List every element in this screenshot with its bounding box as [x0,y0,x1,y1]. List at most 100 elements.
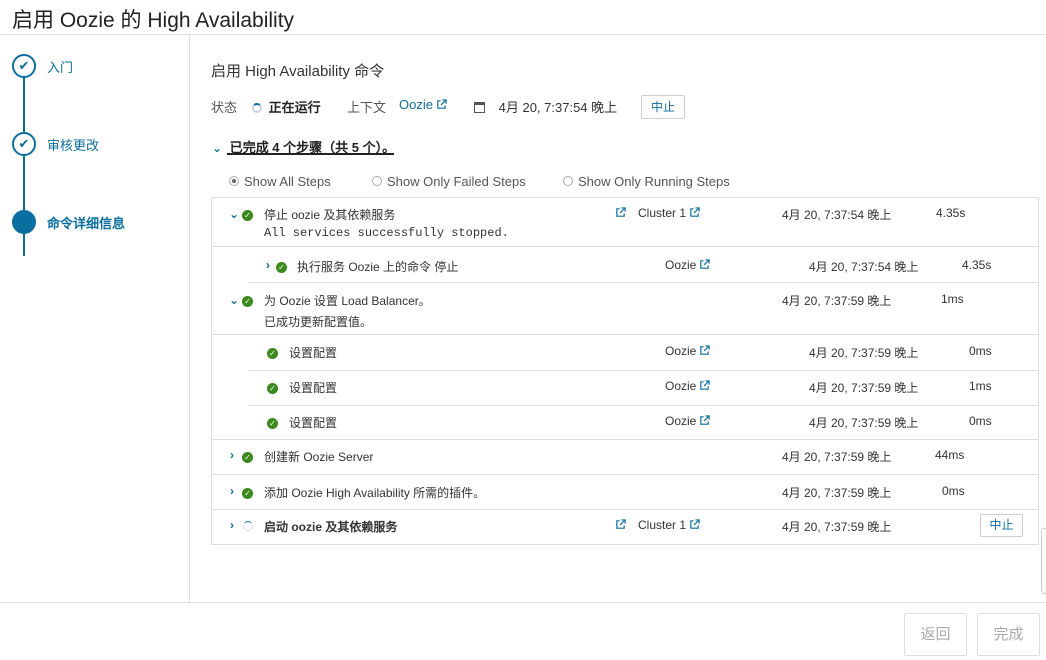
external-link-icon [436,99,447,110]
step-detail: 已成功更新配置值。 [264,315,373,329]
row-divider [212,439,1038,440]
abort-command-button[interactable]: 中止 [641,95,685,119]
command-timestamp: 4月 20, 7:37:54 晚上 [474,97,617,116]
chevron-right-icon[interactable]: › [226,518,238,532]
step-name: 设置配置 [289,346,338,360]
external-link-icon[interactable] [612,206,626,220]
step-duration: 4.35s [936,206,966,220]
step-duration: 4.35s [962,258,992,272]
row-divider [212,246,1038,247]
check-circle-icon: ✓ [242,293,253,307]
sidebar-item-label: 命令详细信息 [47,216,126,231]
external-link-icon [699,380,710,391]
wizard-sidebar: ✔ 入门 ✔ 审核更改 命令详细信息 [0,35,190,602]
external-link-icon [689,519,700,530]
step-time: 4月 20, 7:37:59 晚上 [809,381,919,395]
footer-divider [0,602,1046,603]
step-detail: All services successfully stopped. [264,226,509,240]
step-duration: 44ms [935,448,965,462]
chevron-right-icon[interactable]: › [262,258,274,272]
step-name: 为 Oozie 设置 Load Balancer。 [264,294,431,308]
check-circle-icon: ✓ [242,449,253,463]
row-divider [212,474,1038,475]
context-label: 上下文 [347,100,387,115]
step-name: 设置配置 [289,416,338,430]
chevron-right-icon[interactable]: › [226,448,238,462]
row-divider [212,509,1038,510]
step-context-link[interactable]: Oozie [665,258,710,272]
finish-button[interactable]: 完成 [977,613,1040,656]
filter-all-steps[interactable]: Show All Steps [229,174,331,189]
sidebar-item-label: 审核更改 [47,138,100,153]
step-time: 4月 20, 7:37:59 晚上 [782,520,892,534]
row-divider [248,405,1038,406]
step-time: 4月 20, 7:37:54 晚上 [782,208,892,222]
external-link-icon [699,415,710,426]
step-context-link[interactable]: Oozie [665,414,710,428]
radio-icon [563,176,573,186]
sidebar-item-getting-started[interactable]: ✔ 入门 [12,54,187,80]
check-circle-icon: ✓ [267,380,278,394]
chevron-down-icon[interactable]: ⌄ [228,207,240,221]
sidebar-item-label: 入门 [47,60,74,75]
check-icon: ✔ [12,132,36,156]
status-value: 正在运行 [252,97,321,116]
external-link-icon[interactable] [612,518,626,532]
step-name: 设置配置 [289,381,338,395]
step-name: 添加 Oozie High Availability 所需的插件。 [264,486,486,500]
steps-summary-toggle[interactable]: ⌄ 已完成 4 个步骤（共 5 个）。 [212,137,395,156]
command-title: 启用 High Availability 命令 [211,63,385,80]
chevron-down-icon: ⌄ [212,141,223,155]
sidebar-item-review-changes[interactable]: ✔ 审核更改 [12,132,187,158]
check-circle-icon: ✓ [242,485,253,499]
row-divider [248,370,1038,371]
step-duration: 1ms [969,379,992,393]
step-time: 4月 20, 7:37:59 晚上 [809,346,919,360]
context-link[interactable]: Oozie [399,97,447,112]
step-name: 创建新 Oozie Server [264,450,374,464]
row-divider [212,334,1038,335]
step-context-link[interactable]: Cluster 1 [638,518,700,532]
step-time: 4月 20, 7:37:59 晚上 [809,416,919,430]
step-name: 启动 oozie 及其依赖服务 [264,520,398,534]
radio-selected-icon [229,176,239,186]
external-link-icon [699,345,710,356]
sidebar-item-command-details[interactable]: 命令详细信息 [12,210,187,236]
external-link-icon [689,207,700,218]
side-scroll-handle[interactable] [1041,528,1046,594]
check-circle-icon: ✓ [276,259,287,273]
check-circle-icon: ✓ [267,345,278,359]
abort-step-button[interactable]: 中止 [980,514,1023,537]
step-duration: 0ms [969,414,992,428]
step-time: 4月 20, 7:37:54 晚上 [809,260,919,274]
summary-underline [227,153,394,155]
row-divider [248,282,1038,283]
step-name: 执行服务 Oozie 上的命令 停止 [297,260,459,274]
step-time: 4月 20, 7:37:59 晚上 [782,486,892,500]
check-icon: ✔ [12,54,36,78]
check-circle-icon: ✓ [242,207,253,221]
calendar-icon [474,102,485,113]
step-duration: 0ms [969,344,992,358]
status-label: 状态 [211,100,238,115]
step-context-link[interactable]: Cluster 1 [638,206,700,220]
back-button[interactable]: 返回 [904,613,967,656]
active-step-icon [12,210,36,234]
chevron-down-icon[interactable]: ⌄ [228,293,240,307]
filter-failed-steps[interactable]: Show Only Failed Steps [372,174,526,189]
page-title: 启用 Oozie 的 High Availability [12,9,295,32]
step-context-link[interactable]: Oozie [665,344,710,358]
check-circle-icon: ✓ [267,415,278,429]
spinner-icon [243,520,253,534]
spinner-icon [252,103,262,113]
steps-table: ⌄ ✓ 停止 oozie 及其依赖服务 All services success… [211,197,1039,545]
step-context-link[interactable]: Oozie [665,379,710,393]
radio-icon [372,176,382,186]
external-link-icon [699,259,710,270]
chevron-right-icon[interactable]: › [226,484,238,498]
filter-running-steps[interactable]: Show Only Running Steps [563,174,730,189]
step-duration: 0ms [942,484,965,498]
step-name: 停止 oozie 及其依赖服务 [264,208,396,222]
step-duration: 1ms [941,292,964,306]
step-time: 4月 20, 7:37:59 晚上 [782,294,892,308]
